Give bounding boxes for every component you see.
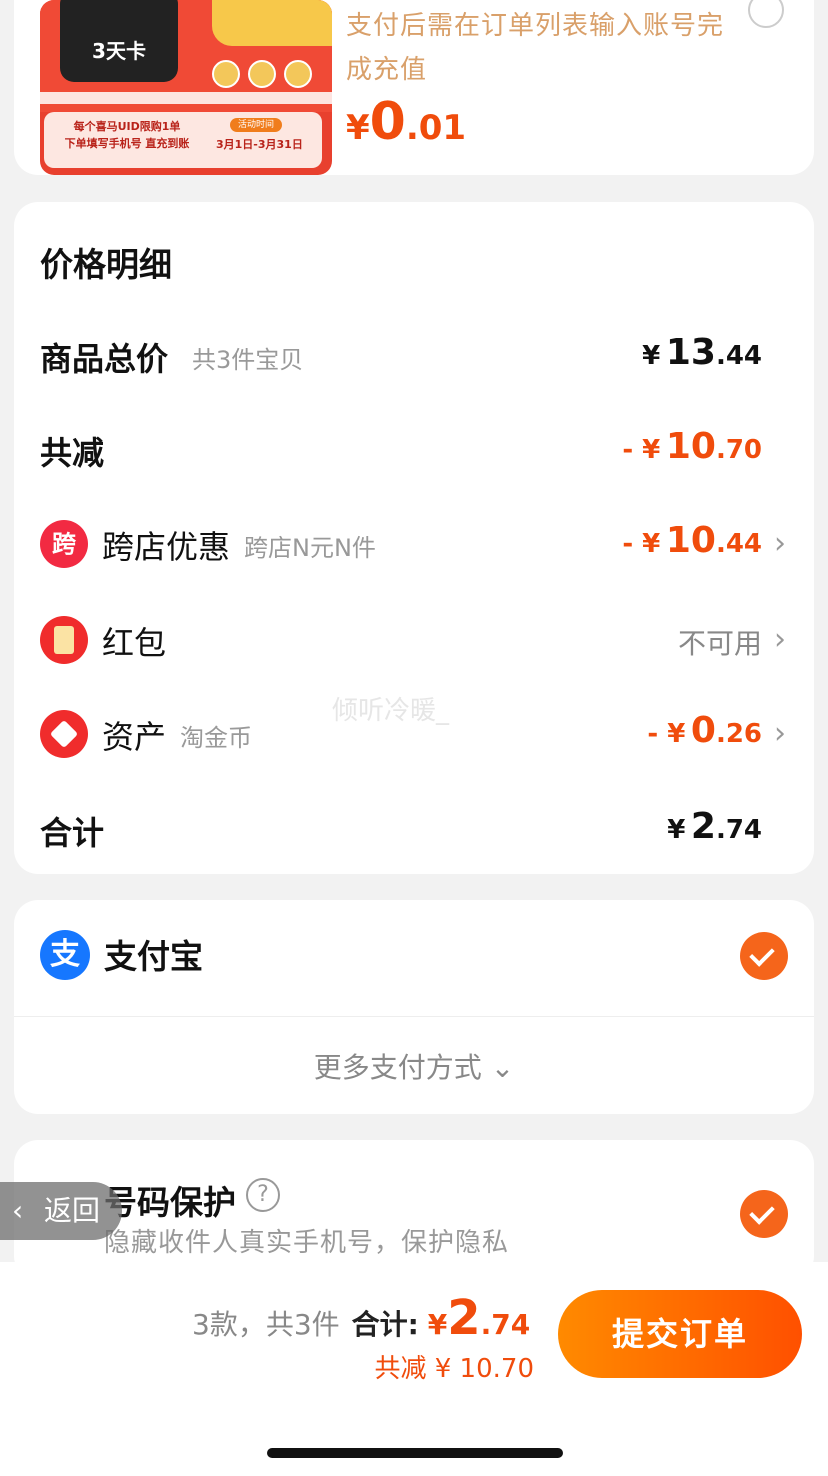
alipay-icon: 支 (40, 930, 90, 980)
chevron-right-icon: › (774, 716, 786, 751)
back-label: 返回 (44, 1194, 101, 1227)
total-amount: ¥2.74 (427, 1290, 531, 1346)
red-packet-status: 不可用 (677, 627, 762, 660)
divider (14, 1016, 814, 1017)
reduce-label: 共减 (40, 434, 105, 472)
promo-banner: 每个喜马UID限购1单 下单填写手机号 直充到账 活动时间 3月1日-3月31日 (44, 112, 322, 168)
more-payment-button[interactable]: 更多支付方式 ⌄ (14, 1046, 814, 1086)
sum-label: 合计 (40, 814, 105, 852)
protection-title: 号码保护 (104, 1183, 236, 1222)
assets-amount: - ¥ 0.26 (647, 710, 762, 751)
number-protection-card: 号码保护 ? 隐藏收件人真实手机号，保护隐私 (14, 1140, 814, 1280)
recharge-note: 支付后需在订单列表输入账号完成充值 (346, 11, 725, 85)
promo-image: 3天卡 每个喜马UID限购1单 下单填写手机号 直充到账 活动时间 3月1日-3… (40, 0, 332, 175)
promo-date: 3月1日-3月31日 (216, 138, 303, 151)
total-price-amount: ¥ 13.44 (642, 332, 762, 373)
saved-amount: 共减 ¥ 10.70 (374, 1354, 534, 1384)
cross-store-amount: - ¥ 10.44 (622, 520, 762, 561)
chevron-down-icon: ⌄ (490, 1051, 515, 1084)
reduce-row: 共减 - ¥ 10.70 (14, 418, 814, 478)
assets-tag-icon (40, 710, 88, 758)
select-radio[interactable] (748, 0, 784, 28)
submit-order-button[interactable]: 提交订单 (558, 1290, 802, 1378)
promo-card-label: 3天卡 (60, 0, 178, 82)
item-count-summary: 3款，共3件 (192, 1308, 340, 1341)
cross-store-sub: 跨店N元N件 (244, 534, 376, 562)
back-button[interactable]: ‹ 返回 (0, 1182, 122, 1240)
alipay-check-icon[interactable] (740, 932, 788, 980)
red-packet-row[interactable]: 红包 不可用 › (14, 608, 814, 668)
promo-icon (212, 60, 240, 88)
promo-icon (284, 60, 312, 88)
payment-method-label[interactable]: 支付宝 (104, 930, 203, 978)
home-indicator (267, 1448, 563, 1458)
reduce-amount: - ¥ 10.70 (622, 426, 762, 467)
total-price-row: 商品总价 共3件宝贝 ¥ 13.44 (14, 324, 814, 384)
price-detail-card: 价格明细 商品总价 共3件宝贝 ¥ 13.44 共减 - ¥ 10.70 跨 跨… (14, 202, 814, 874)
sum-amount: ¥ 2.74 (667, 806, 762, 847)
protection-check-icon[interactable] (740, 1190, 788, 1238)
cross-store-row[interactable]: 跨 跨店优惠 跨店N元N件 - ¥ 10.44 › (14, 512, 814, 572)
payment-card: 支 支付宝 更多支付方式 ⌄ (14, 900, 814, 1114)
red-packet-label: 红包 (102, 624, 167, 662)
section-title: 价格明细 (40, 245, 172, 284)
chevron-right-icon: › (774, 622, 786, 657)
total-label: 合计: (351, 1308, 419, 1341)
watermark: 倾听冷暖_ (332, 696, 450, 726)
cross-store-icon: 跨 (40, 520, 88, 568)
total-price-label: 商品总价 (40, 340, 169, 378)
assets-sub: 淘金币 (180, 724, 252, 752)
chevron-left-icon: ‹ (12, 1194, 24, 1227)
cross-store-label: 跨店优惠 (102, 528, 231, 566)
sum-row: 合计 ¥ 2.74 (14, 798, 814, 858)
bottom-bar: 3款，共3件 合计: ¥2.74 共减 ¥ 10.70 提交订单 (0, 1262, 828, 1476)
chevron-right-icon: › (774, 526, 786, 561)
protection-desc: 隐藏收件人真实手机号，保护隐私 (104, 1228, 510, 1258)
promo-banner-line1: 每个喜马UID限购1单 (73, 120, 181, 133)
red-packet-icon (40, 616, 88, 664)
product-price: ¥0.01 (346, 92, 467, 152)
promo-icon (248, 60, 276, 88)
assets-label: 资产 (102, 718, 167, 756)
promo-pill: 活动时间 (230, 118, 282, 132)
item-count: 共3件宝贝 (192, 346, 304, 374)
product-card: 3天卡 每个喜马UID限购1单 下单填写手机号 直充到账 活动时间 3月1日-3… (14, 0, 814, 175)
promo-banner-line2: 下单填写手机号 直充到账 (64, 137, 190, 150)
order-summary: 3款，共3件 合计: ¥2.74 (192, 1290, 530, 1346)
help-icon[interactable]: ? (246, 1178, 280, 1212)
